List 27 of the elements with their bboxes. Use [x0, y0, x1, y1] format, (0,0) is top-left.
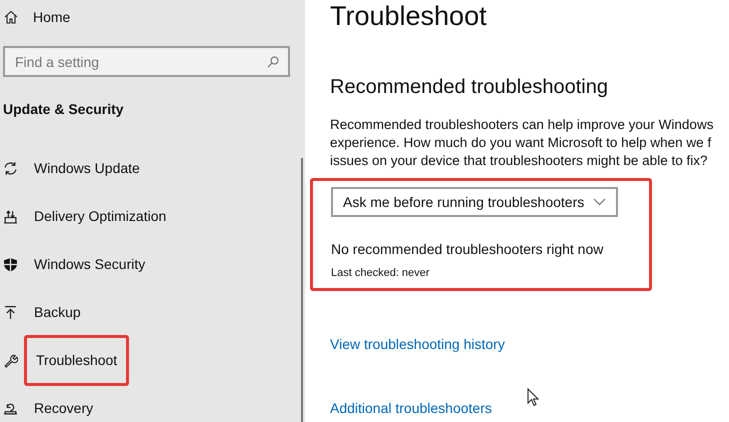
shield-icon: [3, 256, 18, 272]
nav-item[interactable]: Recovery: [34, 398, 94, 418]
chevron-down-icon: [593, 198, 606, 206]
update-icon: [3, 160, 18, 176]
nav-item[interactable]: Windows Security: [34, 254, 146, 274]
search-icon: [267, 56, 279, 68]
backup-icon: [3, 304, 18, 320]
description-text: Recommended troubleshooters can help improve your Windows experience. How much do you want Microsoft to help when we f issues on your device that troubleshooters might be able to fix?: [330, 116, 714, 170]
link[interactable]: Additional troubleshooters: [330, 400, 492, 416]
mouse-cursor-icon: [527, 388, 540, 407]
page-title: Troubleshoot: [330, 0, 488, 32]
link[interactable]: View troubleshooting history: [330, 336, 505, 352]
dropdown[interactable]: Ask me before running troubleshooters: [331, 187, 618, 217]
section-title: Recommended troubleshooting: [330, 75, 609, 100]
nav-item[interactable]: Troubleshoot: [24, 334, 130, 386]
nav-item[interactable]: Backup: [34, 302, 81, 322]
status-text: No recommended troubleshooters right now: [331, 240, 604, 259]
wrench-icon: [3, 352, 18, 368]
delivery-icon: [3, 208, 18, 224]
home-link[interactable]: Home: [33, 6, 70, 28]
search-field[interactable]: Find a setting: [3, 46, 290, 77]
nav-item[interactable]: Windows Update: [34, 158, 140, 178]
home-icon: [4, 10, 18, 24]
section-heading: Update & Security: [2, 100, 125, 119]
last-checked-text: Last checked: never: [331, 266, 430, 281]
recovery-icon: [3, 400, 18, 416]
nav-item[interactable]: Delivery Optimization: [34, 206, 166, 226]
